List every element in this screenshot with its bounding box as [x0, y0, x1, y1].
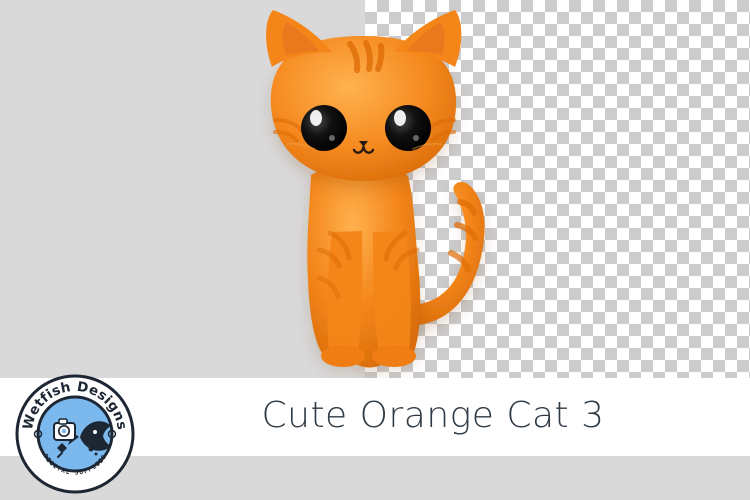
cat-paw-right: [372, 345, 416, 367]
orange-cat-illustration: [266, 10, 485, 368]
cat-head: [270, 36, 457, 181]
product-preview-canvas: Wetfish Designs DIGITAL SUPPLIES Cute Or…: [0, 0, 750, 500]
cat-eye-left: [301, 105, 347, 151]
cat-paw-left: [321, 345, 365, 367]
wetfish-designs-logo: Wetfish Designs DIGITAL SUPPLIES: [12, 371, 138, 497]
cat-front-leg-right: [373, 231, 411, 363]
product-title: Cute Orange Cat 3: [261, 395, 605, 436]
cat-eye-right: [385, 105, 431, 151]
